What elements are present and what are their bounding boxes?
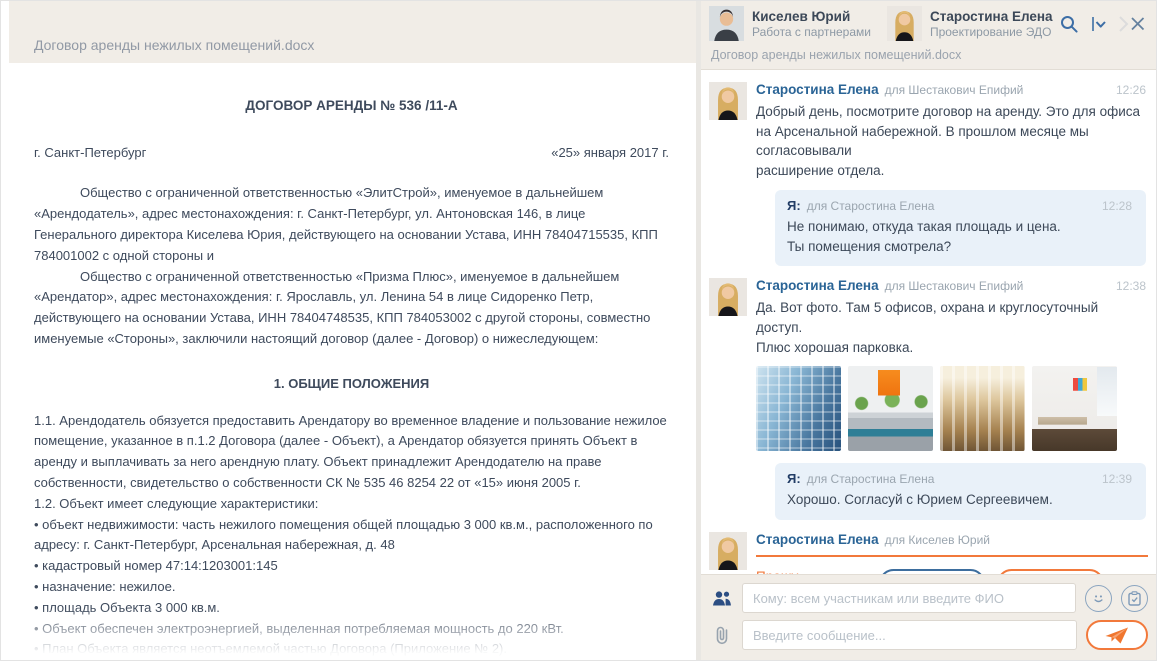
message-time: 12:39 (1101, 472, 1132, 487)
participant-role: Проектирование ЭДО (929, 25, 1052, 40)
recipient-input[interactable] (742, 583, 1076, 613)
contract-bullet: • площадь Объекта 3 000 кв.м. (34, 599, 220, 615)
message-text: Да. Вот фото. Там 5 офисов, охрана и кру… (756, 300, 1099, 355)
message-time: 12:38 (1115, 279, 1146, 294)
tasks-clipboard-icon[interactable] (1121, 584, 1148, 612)
contract-date: «25» января 2017 г. (551, 144, 669, 160)
avatar-starostina (709, 82, 747, 120)
panel-options-chevron-icon[interactable] (1088, 13, 1110, 35)
photo-attachments (756, 366, 1148, 452)
attach-file-paperclip-icon[interactable] (711, 625, 733, 645)
sender-name[interactable]: Старостина Елена (756, 82, 879, 97)
photo-office-cubicles[interactable] (848, 366, 933, 452)
document-header-bar: Договор аренды нежилых помещений.docx (9, 1, 696, 63)
recipient-label: для Старостина Елена (806, 199, 935, 214)
photo-office-room[interactable] (1032, 366, 1117, 452)
contract-bullet: • План Объекта является неотъемлемой час… (34, 641, 508, 657)
recipient-label: для Шестакович Епифий (884, 83, 1024, 97)
contract-section-title: 1. ОБЩИЕ ПОЛОЖЕНИЯ (273, 375, 430, 391)
chat-header: Киселев Юрий Работа с партнерами Старост… (701, 1, 1156, 70)
document-page[interactable]: ДОГОВОР АРЕНДЫ № 536 /11-А г. Санкт-Пете… (9, 63, 696, 660)
contract-paragraph-lessee: Общество с ограниченной ответственностью… (34, 268, 651, 346)
message-outgoing: Я: для Старостина Елена 12:28 Не понимаю… (775, 190, 1146, 267)
emoji-icon[interactable] (1085, 584, 1112, 612)
participant-role: Работа с партнерами (752, 25, 871, 40)
sender-name[interactable]: Старостина Елена (756, 532, 879, 547)
contract-bullet: • назначение: нежилое. (34, 578, 176, 594)
participant-name: Старостина Елена (929, 8, 1053, 24)
message-time: 12:28 (1101, 199, 1132, 214)
participant-name: Киселев Юрий (752, 8, 851, 24)
search-icon[interactable] (1057, 12, 1081, 36)
recipient-label: для Старостина Елена (806, 472, 935, 487)
document-viewer-panel: Договор аренды нежилых помещений.docx ДО… (1, 1, 696, 660)
message-input[interactable] (742, 620, 1077, 650)
paper-plane-icon (1105, 627, 1128, 643)
message-incoming: Старостина Елена для Шестакович Епифий 1… (709, 278, 1148, 453)
avatar-starostina (709, 278, 747, 317)
recipient-label: для Шестакович Епифий (884, 279, 1024, 294)
message-text: Хорошо. Согласуй с Юрием Сергеевичем. (787, 492, 1053, 508)
recipient-label: для Киселев Юрий (884, 532, 990, 547)
chat-message-list[interactable]: Старостина Елена для Шестакович Епифий 1… (701, 70, 1156, 574)
send-button[interactable] (1086, 620, 1148, 650)
contract-paragraph-lessor: Общество с ограниченной ответственностью… (34, 185, 658, 263)
photo-atrium[interactable] (940, 366, 1025, 452)
message-time: 12:26 (1115, 83, 1146, 97)
photo-building-exterior[interactable] (756, 366, 841, 452)
close-icon[interactable] (1117, 13, 1148, 35)
contract-clause-1-1: 1.1. Арендодатель обязуется предоставить… (34, 412, 667, 490)
avatar-starostina (709, 531, 747, 570)
avatar-starostina (886, 6, 922, 41)
chat-participant-starostina[interactable]: Старостина Елена Проектирование ЭДО (886, 6, 1053, 41)
contract-bullet: • объект недвижимости: часть нежилого по… (34, 516, 653, 553)
avatar-kiselev (709, 6, 744, 41)
document-filename: Договор аренды нежилых помещений.docx (34, 37, 315, 53)
message-composer (701, 574, 1156, 660)
recipients-icon[interactable] (711, 590, 733, 606)
contract-bullet: • Объект обеспечен электроэнергией, выде… (34, 620, 564, 636)
message-signature-request: Старостина Елена для Киселев Юрий Прошу … (709, 531, 1148, 574)
chat-participant-kiselev[interactable]: Киселев Юрий Работа с партнерами (709, 6, 871, 41)
app-window: Договор аренды нежилых помещений.docx ДО… (0, 0, 1157, 661)
message-outgoing: Я: для Старостина Елена 12:39 Хорошо. Со… (775, 463, 1146, 520)
sender-name[interactable]: Старостина Елена (756, 278, 879, 293)
signature-request-block: Прошу подписать: Отклонить Подписать 12:… (756, 554, 1148, 574)
contract-bullet: • кадастровый номер 47:14:1203001:145 (34, 558, 278, 574)
chat-panel: Киселев Юрий Работа с партнерами Старост… (701, 1, 1156, 660)
contract-clause-1-2: 1.2. Объект имеет следующие характеристи… (34, 495, 319, 511)
self-label: Я: (787, 198, 801, 214)
message-text: Добрый день, посмотрите договор на аренд… (756, 104, 1140, 178)
message-incoming: Старостина Елена для Шестакович Епифий 1… (709, 82, 1148, 180)
contract-title: ДОГОВОР АРЕНДЫ № 536 /11-А (245, 98, 458, 113)
message-text: Не понимаю, откуда такая площадь и цена.… (787, 219, 1061, 254)
self-label: Я: (787, 471, 801, 487)
contract-city: г. Санкт-Петербург (34, 144, 147, 160)
chat-document-subtitle: Договор аренды нежилых помещений.docx (711, 48, 962, 62)
